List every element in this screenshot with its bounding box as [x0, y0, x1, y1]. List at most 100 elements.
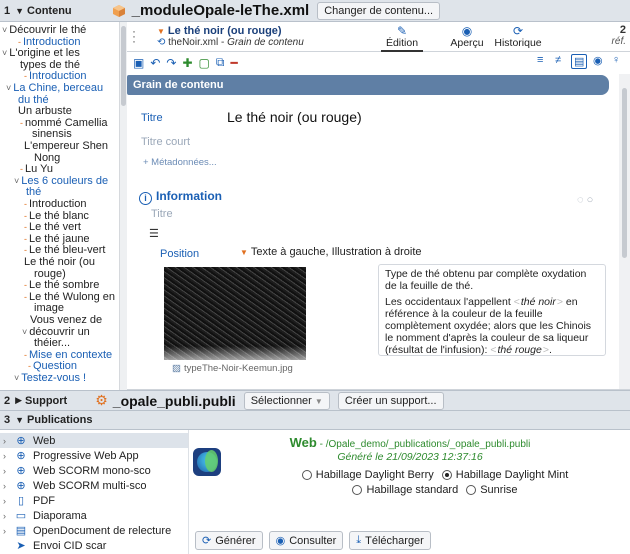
eye-icon[interactable]: ◉ — [593, 54, 603, 67]
tab-history[interactable]: ⟳ Historique — [493, 24, 543, 49]
information-text[interactable]: Type de thé obtenu par complète oxydatio… — [378, 264, 606, 356]
chevron-down-icon: ˅ — [14, 175, 20, 186]
tree-node-label: Introduction — [29, 70, 87, 83]
publication-label: PDF — [33, 494, 55, 507]
remove-icon[interactable]: ━ — [230, 56, 237, 70]
skin-radio[interactable]: Sunrise — [466, 484, 518, 496]
title-field[interactable]: Le thé noir (ou rouge) — [227, 109, 362, 125]
tree-node-label: Le thé noir (ou — [24, 256, 95, 268]
chevron-right-icon[interactable]: › — [3, 436, 13, 446]
tea-leaves-image[interactable] — [164, 267, 306, 360]
radio-icon[interactable] — [466, 485, 477, 495]
collapse-triangle-icon[interactable]: ▼ — [15, 415, 24, 425]
image-caption[interactable]: ▨ typeThe-Noir-Keemun.jpg — [172, 363, 293, 374]
tree-marker: - — [20, 164, 23, 175]
chevron-right-icon[interactable]: › — [3, 511, 13, 521]
create-support-button[interactable]: Créer un support... — [337, 391, 444, 410]
pen-icon: ✎ — [396, 24, 408, 38]
tree-marker: - — [24, 233, 27, 244]
references-count[interactable]: 2 réf. — [612, 25, 626, 48]
generate-button[interactable]: ⟳ Générer — [195, 531, 263, 550]
download-icon: ⤓ — [356, 534, 362, 546]
tab-preview[interactable]: ◉ Aperçu — [447, 24, 487, 49]
skin-radio[interactable]: Habillage Daylight Berry — [301, 469, 434, 481]
publication-label: Envoi CID scar — [33, 539, 107, 552]
publication-item[interactable]: › ▤ OpenDocument de relecture — [0, 523, 188, 538]
support-section-bar: 2 ▶ Support ⚙ _opale_publi.publi Sélecti… — [0, 390, 630, 411]
publication-item[interactable]: › ⊕ Web SCORM mono-sco — [0, 463, 188, 478]
tree-node-label: Le thé jaune — [29, 232, 90, 245]
eye-icon: ◉ — [275, 535, 286, 547]
select-support-button[interactable]: Sélectionner ▼ — [243, 391, 330, 410]
globe-icon: ⊕ — [16, 465, 26, 477]
filter-icon[interactable]: ≡ — [537, 54, 543, 66]
section-number: 1 — [4, 4, 11, 17]
publication-label: Web SCORM multi-sco — [33, 479, 147, 492]
chevron-right-icon[interactable]: › — [3, 466, 13, 476]
short-title-label[interactable]: Titre court — [141, 136, 190, 148]
block-options-icon[interactable]: ◌ ○ — [577, 194, 593, 206]
editor-scrollbar[interactable] — [619, 74, 630, 390]
publication-label: Web SCORM mono-sco — [33, 464, 151, 477]
outline-tree: ˅ Découvrir le thé - Introduction ˅ L'origine… — [0, 22, 118, 390]
chevron-right-icon[interactable]: › — [3, 481, 13, 491]
information-title-label[interactable]: Titre — [151, 208, 173, 220]
skin-label: Habillage standard — [366, 484, 459, 496]
publication-actions: ⟳ Générer ◉ Consulter ⤓ Télécharger — [195, 531, 431, 550]
radio-icon[interactable] — [301, 470, 312, 480]
change-content-button[interactable]: Changer de contenu... — [317, 1, 441, 20]
tree-node-label: Question — [33, 360, 78, 373]
chevron-right-icon[interactable]: › — [3, 526, 13, 536]
tab-edition[interactable]: ✎ Édition — [381, 24, 423, 52]
tree-marker: - — [24, 280, 27, 291]
editor-panel: · · · ▼ Le thé noir (ou rouge) ⟲ theNoir.xm… — [127, 22, 630, 390]
generate-icon: ⟳ — [202, 535, 212, 547]
menu-dots-icon[interactable]: · · · — [132, 25, 136, 47]
tree-node-label: Introduction — [29, 198, 87, 210]
tree-node-label: Lu Yu — [25, 163, 53, 176]
publication-item[interactable]: › ⊕ Progressive Web App — [0, 448, 188, 463]
chevron-right-icon[interactable]: › — [3, 496, 13, 506]
publication-item[interactable]: › ⊕ Web SCORM multi-sco — [0, 478, 188, 493]
globe-icon: ⊕ — [16, 480, 26, 492]
chevron-down-icon: ˅ — [22, 326, 28, 337]
tree-node[interactable]: ˅ Testez-vous ! — [14, 372, 86, 385]
slideshow-icon: ▭ — [15, 510, 27, 522]
info-icon: i — [139, 192, 152, 205]
tree-marker: - — [24, 245, 27, 256]
radio-icon[interactable] — [441, 470, 452, 480]
publication-item[interactable]: › ⊕ Web — [0, 433, 188, 448]
redo-icon[interactable]: ↷ — [166, 56, 176, 70]
undo-icon[interactable]: ↶ — [150, 56, 160, 70]
download-button[interactable]: ⤓ Télécharger — [349, 531, 431, 550]
not-equal-icon[interactable]: ≠ — [555, 54, 561, 66]
save-icon[interactable]: ▣ — [133, 56, 144, 70]
tree-node-label: L'origine et les — [9, 47, 80, 60]
collapse-triangle-icon[interactable]: ▼ — [15, 6, 24, 16]
position-select[interactable]: ▼ Texte à gauche, Illustration à droite — [240, 246, 422, 258]
bulb-icon[interactable]: ♀ — [612, 54, 620, 66]
content-file-name: _moduleOpale-leThe.xml — [131, 2, 310, 19]
skin-label: Habillage Daylight Berry — [315, 469, 434, 481]
skin-radio[interactable]: Habillage standard — [352, 484, 458, 496]
skin-radio[interactable]: Habillage Daylight Mint — [441, 469, 568, 481]
comment-icon[interactable]: ▢ — [199, 56, 210, 70]
publication-item[interactable]: ➤ Envoi CID scar — [0, 538, 188, 553]
add-icon[interactable]: ✚ — [182, 56, 192, 70]
publication-item[interactable]: › ▭ Diaporama — [0, 508, 188, 523]
publication-item[interactable]: › ▯ PDF — [0, 493, 188, 508]
radio-icon[interactable] — [352, 485, 363, 495]
list-view-icon[interactable]: ▤ — [571, 54, 588, 69]
tree-node-label: nommé Camellia — [25, 116, 108, 129]
expand-triangle-icon[interactable]: ▶ — [15, 395, 22, 406]
tree-scrollbar[interactable] — [119, 22, 127, 390]
open-external-icon[interactable]: ⧉ — [216, 55, 225, 70]
editor-toolbar: ▣ ↶ ↷ ✚ ▢ ⧉ ━ ≡ ≠ ▤ ◉ ♀ — [127, 53, 630, 72]
metadata-link[interactable]: + Métadonnées... — [143, 157, 217, 168]
chevron-right-icon[interactable]: › — [3, 451, 13, 461]
tree-node-label: sinensis — [32, 128, 72, 141]
keyword-the-noir: thé noir — [514, 296, 563, 308]
title-label: Titre — [141, 112, 163, 124]
image-icon: ▨ — [172, 363, 181, 374]
consult-button[interactable]: ◉ Consulter — [268, 531, 344, 550]
